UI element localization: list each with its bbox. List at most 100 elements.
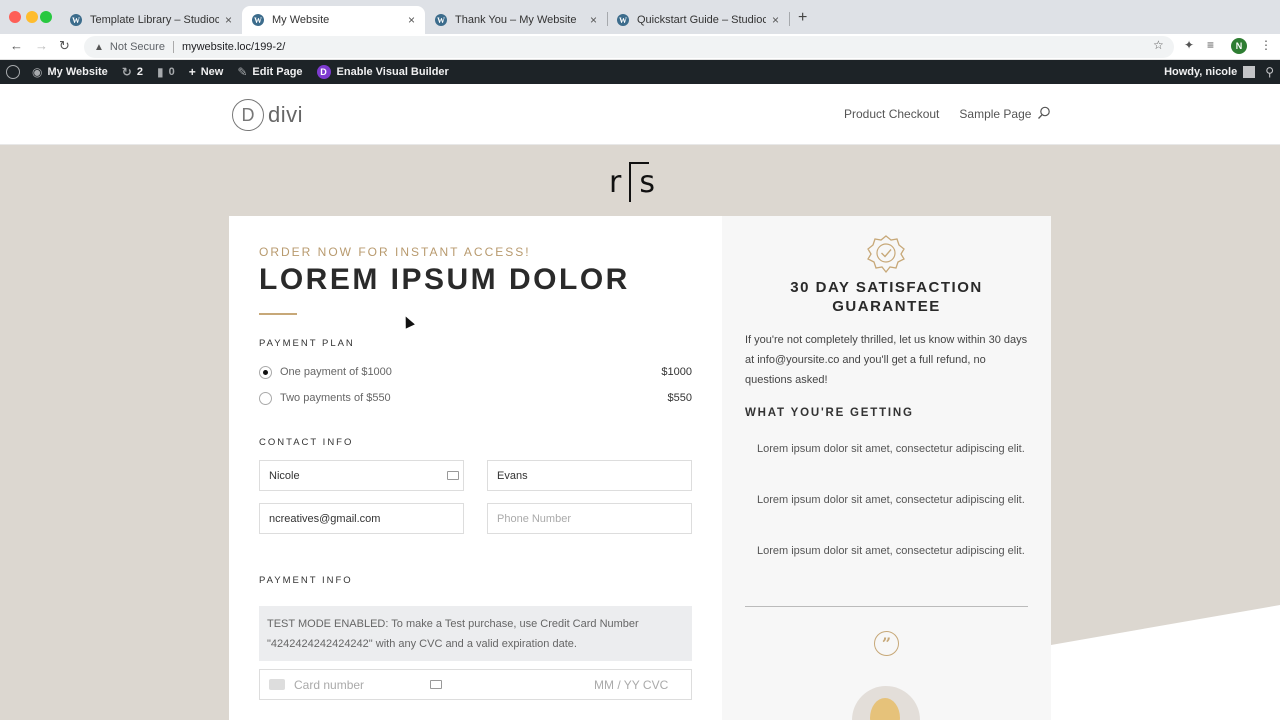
window-zoom-button[interactable] <box>40 11 52 23</box>
expiry-cvc-placeholder: MM / YY CVC <box>594 677 669 692</box>
site-name-label: My Website <box>47 66 108 78</box>
reload-icon[interactable]: ↻ <box>59 38 70 54</box>
wordpress-favicon-icon: W <box>435 14 447 26</box>
admin-account[interactable]: Howdy, nicole ⚲ <box>1164 60 1274 84</box>
phone-input[interactable] <box>487 503 692 534</box>
admin-enable-visual-builder[interactable]: D Enable Visual Builder <box>316 65 449 79</box>
quote-icon: ” <box>874 631 899 656</box>
card-number-input[interactable]: Card number MM / YY CVC <box>259 669 692 700</box>
tab-title: Quickstart Guide – Studiocart <box>637 14 766 26</box>
url-text: mywebsite.loc/199-2/ <box>181 41 286 53</box>
reading-list-icon[interactable]: ≡ <box>1207 38 1214 52</box>
admin-search-icon[interactable]: ⚲ <box>1265 65 1274 79</box>
nav-product-checkout[interactable]: Product Checkout <box>844 107 939 121</box>
user-avatar-icon <box>1243 66 1256 78</box>
headline-divider <box>259 313 297 315</box>
wordpress-logo-icon[interactable] <box>6 65 20 79</box>
tab-title: My Website <box>272 14 330 26</box>
not-secure-label: Not Secure <box>109 41 165 53</box>
admin-comments[interactable]: ▮ 0 <box>157 65 175 79</box>
tab-close-icon[interactable]: × <box>590 13 597 27</box>
plan-option-one-payment[interactable]: One payment of $1000 $1000 <box>259 363 692 381</box>
sidebar-divider <box>745 606 1028 607</box>
wp-admin-bar: ◉ My Website ↻ 2 ▮ 0 + New ✎ Edit Page D… <box>0 60 1280 84</box>
plan-radio-selected[interactable] <box>259 365 272 379</box>
updates-count: 2 <box>136 66 143 78</box>
brand-logo: r s <box>609 162 655 202</box>
included-item: Lorem ipsum dolor sit amet, consectetur … <box>757 494 1025 506</box>
bookmark-star-icon[interactable]: ☆ <box>1153 38 1164 52</box>
divi-logo[interactable]: D divi <box>232 99 303 131</box>
included-item: Lorem ipsum dolor sit amet, consectetur … <box>757 443 1025 455</box>
admin-updates[interactable]: ↻ 2 <box>122 65 143 79</box>
payment-plan-label: PAYMENT PLAN <box>259 338 355 349</box>
payment-info-label: PAYMENT INFO <box>259 575 353 586</box>
comments-count: 0 <box>168 66 175 78</box>
plan-price: $550 <box>667 392 692 404</box>
extensions-puzzle-icon[interactable]: ✦ <box>1184 38 1194 52</box>
contact-info-label: CONTACT INFO <box>259 437 354 448</box>
edit-page-label: Edit Page <box>252 66 303 78</box>
card-number-placeholder: Card number <box>294 677 365 692</box>
brand-divider <box>629 162 650 202</box>
site-header: D divi Product Checkout Sample Page <box>0 84 1280 145</box>
address-bar[interactable]: ▲ Not Secure mywebsite.loc/199-2/ <box>84 36 1174 58</box>
tab-title: Template Library – Studiocart <box>90 14 219 26</box>
first-name-input[interactable] <box>259 460 464 491</box>
omnibox-divider <box>172 41 174 53</box>
testimonial-photo <box>870 698 900 720</box>
pencil-icon: ✎ <box>237 65 248 79</box>
plan-radio[interactable] <box>259 391 272 405</box>
browser-tab-my-website[interactable]: W My Website × <box>242 6 425 34</box>
email-input[interactable] <box>259 503 464 534</box>
guarantee-title: 30 DAY SATISFACTION GUARANTEE <box>790 279 983 315</box>
tab-title: Thank You – My Website <box>455 14 577 26</box>
brand-letter-left: r <box>609 164 622 200</box>
profile-avatar[interactable]: N <box>1231 38 1247 54</box>
logo-text: divi <box>268 102 304 127</box>
divi-icon: D <box>316 65 331 79</box>
last-name-input[interactable] <box>487 460 692 491</box>
new-tab-button[interactable]: + <box>798 9 807 27</box>
search-icon[interactable] <box>1037 106 1051 120</box>
wordpress-favicon-icon: W <box>70 14 82 26</box>
award-badge-icon <box>867 235 905 274</box>
autofill-card-icon <box>430 680 442 689</box>
plan-price: $1000 <box>661 366 692 378</box>
brand-letter-right: s <box>639 164 655 200</box>
tab-close-icon[interactable]: × <box>772 13 779 27</box>
forward-arrow-icon[interactable]: → <box>35 38 48 53</box>
browser-tab-strip: W Template Library – Studiocart × W My W… <box>0 0 1280 34</box>
order-eyebrow: ORDER NOW FOR INSTANT ACCESS! <box>259 245 531 259</box>
browser-menu-icon[interactable]: ⋮ <box>1260 38 1272 52</box>
new-label: New <box>200 66 224 78</box>
window-close-button[interactable] <box>9 11 21 23</box>
browser-toolbar: ← → ↻ ▲ Not Secure mywebsite.loc/199-2/ … <box>0 34 1280 60</box>
main-nav: Product Checkout Sample Page <box>844 107 1051 121</box>
warning-triangle-icon: ▲ <box>94 41 104 53</box>
guarantee-text: If you're not completely thrilled, let u… <box>745 334 1028 386</box>
tab-close-icon[interactable]: × <box>225 13 232 27</box>
included-item: Lorem ipsum dolor sit amet, consectetur … <box>757 545 1025 557</box>
window-minimize-button[interactable] <box>26 11 38 23</box>
admin-site-name[interactable]: ◉ My Website <box>32 65 108 79</box>
tab-close-icon[interactable]: × <box>408 13 415 27</box>
admin-edit-page[interactable]: ✎ Edit Page <box>237 65 302 79</box>
contact-card-icon <box>447 471 459 480</box>
browser-tab-thank-you[interactable]: W Thank You – My Website × <box>425 6 607 34</box>
logo-mark: D <box>232 99 264 131</box>
browser-tab-template-library[interactable]: W Template Library – Studiocart × <box>60 6 242 34</box>
nav-sample-page[interactable]: Sample Page <box>959 107 1031 121</box>
admin-new[interactable]: + New <box>189 65 224 79</box>
wordpress-favicon-icon: W <box>252 14 264 26</box>
plan-label: One payment of $1000 <box>280 366 392 378</box>
test-mode-notice: TEST MODE ENABLED: To make a Test purcha… <box>259 606 692 661</box>
tab-separator <box>789 12 790 26</box>
back-arrow-icon[interactable]: ← <box>10 38 23 53</box>
comment-bubble-icon: ▮ <box>156 65 164 79</box>
updates-icon: ↻ <box>121 65 132 79</box>
browser-tab-quickstart-guide[interactable]: W Quickstart Guide – Studiocart × <box>607 6 789 34</box>
plan-option-two-payments[interactable]: Two payments of $550 $550 <box>259 389 692 407</box>
plan-label: Two payments of $550 <box>280 392 391 404</box>
dashboard-icon: ◉ <box>32 65 43 79</box>
